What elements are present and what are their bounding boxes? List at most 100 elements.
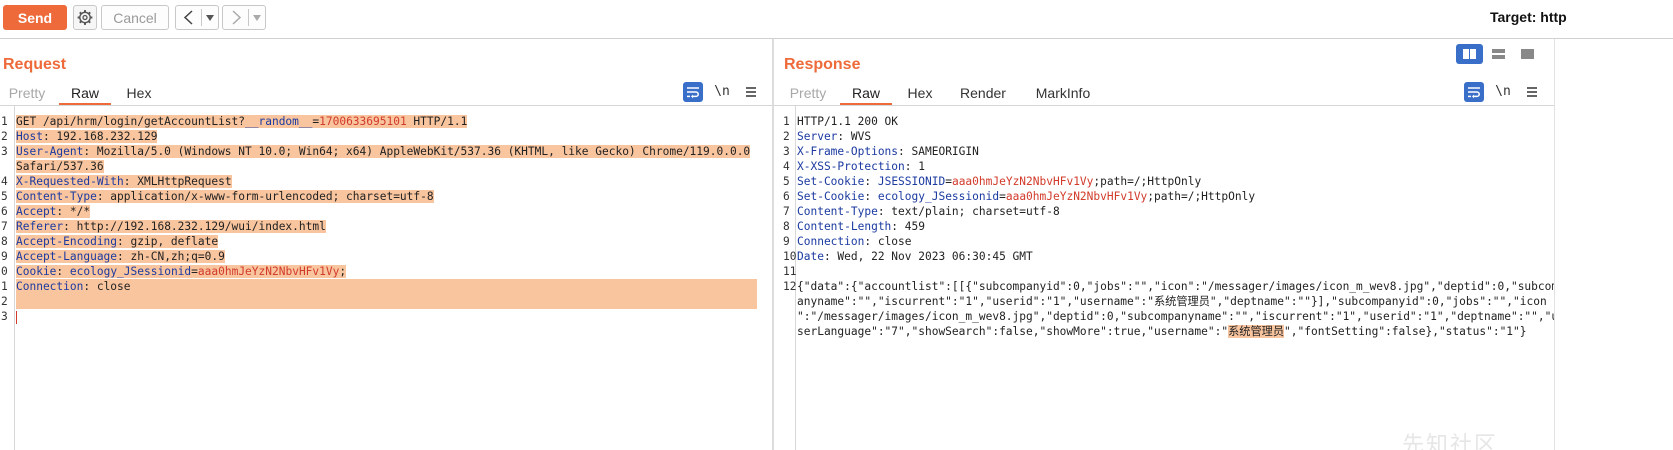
response-view-icons: \n: [1464, 82, 1544, 104]
line-number: 3: [1, 145, 8, 158]
layout-toggle: [1456, 44, 1542, 64]
line-number: 1: [783, 115, 790, 128]
line-number: 2: [1, 130, 8, 143]
request-line: Accept-Language: zh-CN,zh;q=0.9: [16, 250, 225, 263]
back-history-dropdown[interactable]: [203, 7, 217, 28]
line-number: 0: [1, 265, 8, 278]
chevron-left-icon: [183, 10, 193, 25]
request-line: Host: 192.168.232.129: [16, 130, 158, 143]
line-number: 7: [783, 205, 790, 218]
layout-stacked-button[interactable]: [1485, 44, 1512, 64]
request-menu-button[interactable]: [741, 82, 761, 102]
chevron-down-icon: [253, 15, 261, 21]
request-newline-toggle[interactable]: \n: [712, 82, 732, 102]
request-panel: Request Pretty Raw Hex \n 1 2 3 4 5 6 7 8 9 0 1 2 …: [0, 39, 772, 450]
tab-response-raw[interactable]: Raw: [840, 83, 892, 105]
request-editor[interactable]: 1 2 3 4 5 6 7 8 9 0 1 2 3 GET /api/hrm/login/getAcco…: [0, 106, 772, 450]
response-line: X-XSS-Protection: 1: [797, 160, 925, 173]
line-number: 12: [783, 280, 797, 293]
separator: [201, 9, 202, 26]
response-body-line: {"data":{"accountlist":[[{"subcompanyid"…: [797, 280, 1554, 293]
back-nav-group: [175, 5, 219, 30]
request-tabs: Pretty Raw Hex: [0, 83, 772, 105]
line-number: 5: [1, 190, 8, 203]
line-number: 2: [1, 295, 8, 308]
response-line: Server: WVS: [797, 130, 872, 143]
tab-response-pretty[interactable]: Pretty: [785, 83, 831, 105]
tab-response-render[interactable]: Render: [954, 83, 1012, 105]
response-line: Set-Cookie: ecology_JSessionid=aaa0hmJeY…: [797, 190, 1256, 203]
columns-layout-icon: [1463, 49, 1476, 59]
line-number: 11: [783, 265, 797, 278]
request-view-icons: \n: [683, 82, 763, 104]
response-title: Response: [784, 56, 861, 73]
tab-request-raw[interactable]: Raw: [59, 83, 111, 105]
target-label[interactable]: Target: http: [1490, 9, 1567, 25]
line-number: 6: [783, 190, 790, 203]
response-body-line: anyname":"","iscurrent":"1","userid":"1"…: [797, 295, 1547, 308]
request-line: Content-Type: application/x-www-form-url…: [16, 190, 434, 203]
response-body-line: serLanguage":"7","showSearch":false,"sho…: [797, 325, 1527, 338]
response-gutter: 1 2 3 4 5 6 7 8 9 10 11 12: [774, 106, 796, 450]
response-line: Content-Length: 459: [797, 220, 925, 233]
line-number: 4: [1, 175, 8, 188]
request-line: Connection: close: [16, 279, 757, 294]
forward-nav-group: [222, 5, 266, 30]
forward-history-dropdown[interactable]: [250, 7, 264, 28]
layout-tabbed-button[interactable]: [1514, 44, 1541, 64]
response-line: Set-Cookie: JSESSIONID=aaa0hmJeYzN2NbvHF…: [797, 175, 1202, 188]
response-line: Connection: close: [797, 235, 912, 248]
rows-layout-icon: [1492, 49, 1505, 59]
line-number: 7: [1, 220, 8, 233]
response-code[interactable]: HTTP/1.1 200 OK Server: WVS X-Frame-Opti…: [797, 114, 1554, 339]
request-wrap-toggle[interactable]: [683, 82, 703, 102]
response-line: Date: Wed, 22 Nov 2023 06:30:45 GMT: [797, 250, 1033, 263]
hamburger-menu-icon: [746, 87, 756, 97]
response-menu-button[interactable]: [1522, 82, 1542, 102]
line-number: 2: [783, 130, 790, 143]
request-line: GET /api/hrm/login/getAccountList?__rand…: [16, 115, 468, 128]
request-title: Request: [3, 56, 67, 73]
response-tabs: Pretty Raw Hex Render MarkInfo: [774, 83, 1554, 105]
tab-response-markinfo[interactable]: MarkInfo: [1028, 83, 1098, 105]
line-number: 8: [1, 235, 8, 248]
layout-side-by-side-button[interactable]: [1456, 44, 1483, 64]
tab-response-hex[interactable]: Hex: [902, 83, 938, 105]
gear-icon: [77, 10, 93, 25]
line-number: 8: [783, 220, 790, 233]
chevron-right-icon: [232, 10, 242, 25]
request-gutter: 1 2 3 4 5 6 7 8 9 0 1 2 3: [0, 106, 15, 450]
chevron-down-icon: [206, 15, 214, 21]
request-line: X-Requested-With: XMLHttpRequest: [16, 175, 232, 188]
line-number: 10: [783, 250, 797, 263]
settings-button[interactable]: [73, 5, 97, 30]
line-number: 1: [1, 280, 8, 293]
back-button[interactable]: [178, 7, 200, 28]
search-match-highlight: 系统管理员: [1228, 325, 1285, 338]
response-editor[interactable]: 1 2 3 4 5 6 7 8 9 10 11 12 HTTP/1.1 200 OK Server: …: [774, 106, 1554, 450]
send-button[interactable]: Send: [3, 5, 67, 30]
response-newline-toggle[interactable]: \n: [1493, 82, 1513, 102]
single-layout-icon: [1521, 49, 1534, 59]
response-wrap-toggle[interactable]: [1464, 82, 1484, 102]
watermark: 先知社区: [1402, 433, 1499, 450]
response-panel: Response Pretty Raw Hex Render MarkInfo …: [774, 39, 1554, 450]
line-number: 1: [1, 115, 8, 128]
hamburger-menu-icon: [1527, 87, 1537, 97]
response-line-empty: [797, 264, 1554, 279]
text-cursor: [16, 310, 17, 324]
tab-request-pretty[interactable]: Pretty: [4, 83, 50, 105]
request-line: Cookie: ecology_JSessionid=aaa0hmJeYzN2N…: [16, 265, 347, 278]
request-line-empty: [16, 294, 757, 309]
response-line: HTTP/1.1 200 OK: [797, 115, 899, 128]
response-line: X-Frame-Options: SAMEORIGIN: [797, 145, 979, 158]
request-code[interactable]: GET /api/hrm/login/getAccountList?__rand…: [16, 114, 757, 324]
line-number: [1, 159, 8, 174]
cancel-button[interactable]: Cancel: [101, 5, 169, 30]
forward-button[interactable]: [225, 7, 247, 28]
line-number: 6: [1, 205, 8, 218]
line-number: 9: [1, 250, 8, 263]
tab-request-hex[interactable]: Hex: [121, 83, 157, 105]
response-body-line: ":"/messager/images/icon_m_wev8.jpg","de…: [797, 310, 1554, 323]
line-number: 3: [783, 145, 790, 158]
